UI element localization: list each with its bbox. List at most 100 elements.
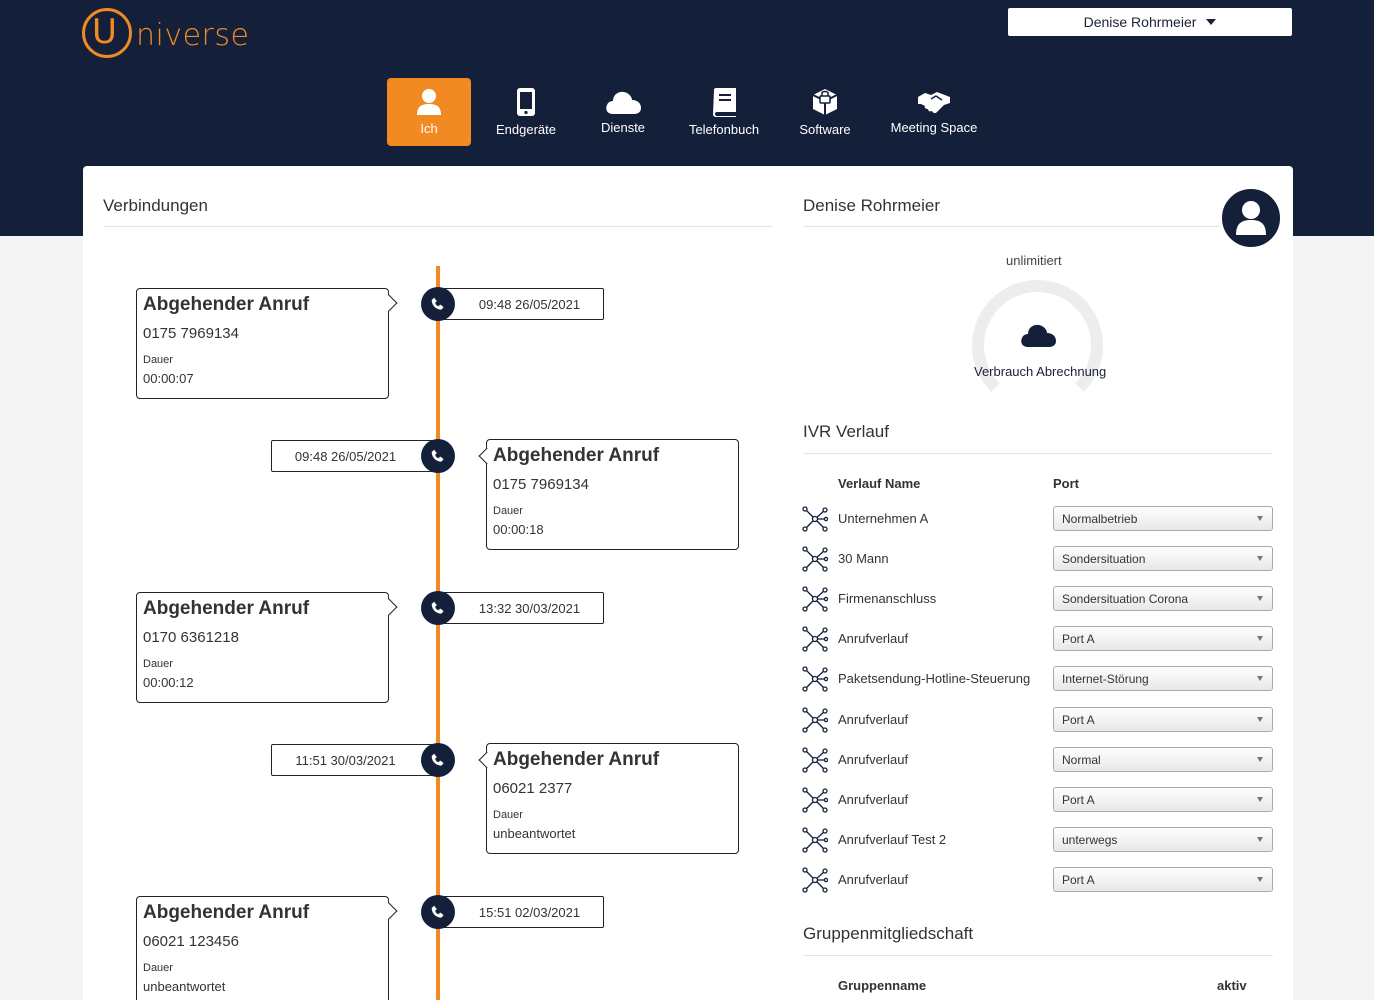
handshake-icon — [918, 92, 950, 114]
ivr-port-select[interactable]: Sondersituation — [1053, 546, 1273, 571]
call-number: 06021 2377 — [493, 780, 573, 797]
duration-value: 00:00:07 — [143, 371, 194, 386]
ivr-port-select[interactable]: Internet-Störung — [1053, 666, 1273, 691]
dropdown-arrow-icon — [1257, 596, 1263, 601]
ivr-col-port: Port — [1053, 476, 1079, 491]
ivr-flow-name: 30 Mann — [838, 551, 889, 566]
datetime-text: 11:51 30/03/2021 — [295, 752, 396, 768]
dropdown-arrow-icon — [1257, 837, 1263, 842]
ivr-flow-name: Anrufverlauf — [838, 752, 909, 767]
call-number: 0175 7969134 — [493, 476, 589, 493]
call-card[interactable]: Abgehender Anruf 0170 6361218 Dauer 00:0… — [136, 592, 389, 703]
nav-tab-meeting-space[interactable]: Meeting Space — [884, 78, 984, 146]
user-menu-button[interactable]: Denise Rohrmeier — [1008, 8, 1292, 36]
call-card[interactable]: Abgehender Anruf 06021 123456 Dauer unbe… — [136, 896, 389, 1000]
ivr-port-select[interactable]: Port A — [1053, 867, 1273, 892]
datetime-text: 09:48 26/05/2021 — [294, 448, 397, 464]
phone-icon — [421, 287, 455, 321]
ivr-port-select[interactable]: unterwegs — [1053, 827, 1273, 852]
ivr-flow-icon — [802, 707, 829, 738]
ivr-flow-icon — [802, 586, 829, 617]
phone-icon — [421, 591, 455, 625]
call-datetime: 11:51 30/03/2021 — [271, 744, 438, 776]
call-card[interactable]: Abgehender Anruf 0175 7969134 Dauer 00:0… — [486, 439, 739, 550]
dropdown-arrow-icon — [1257, 556, 1263, 561]
ivr-port-value: Port A — [1062, 872, 1095, 887]
nav-label: Endgeräte — [496, 122, 556, 137]
call-type: Abgehender Anruf — [143, 598, 310, 619]
cloud-icon — [606, 91, 641, 114]
ivr-title: IVR Verlauf — [803, 422, 889, 441]
ivr-port-select[interactable]: Normalbetrieb — [1053, 506, 1273, 531]
dropdown-arrow-icon — [1257, 717, 1263, 722]
nav-tab-endgeraete[interactable]: Endgeräte — [486, 78, 566, 146]
dropdown-arrow-icon — [1257, 757, 1263, 762]
nav-tab-software[interactable]: Software — [790, 78, 860, 146]
call-type: Abgehender Anruf — [143, 902, 310, 923]
duration-label: Dauer — [493, 505, 523, 517]
duration-value: unbeantwortet — [143, 979, 226, 994]
profile-title: Denise Rohrmeier — [803, 196, 940, 215]
ivr-flow-icon — [802, 546, 829, 577]
ivr-port-select[interactable]: Port A — [1053, 626, 1273, 651]
divider — [803, 955, 1273, 956]
call-card[interactable]: Abgehender Anruf 06021 2377 Dauer unbean… — [486, 743, 739, 854]
duration-value: unbeantwortet — [493, 826, 576, 841]
nav-tab-dienste[interactable]: Dienste — [588, 78, 658, 146]
groups-col-active: aktiv — [1217, 978, 1247, 993]
duration-label: Dauer — [143, 962, 173, 974]
ivr-flow-name: Firmenanschluss — [838, 591, 937, 606]
ivr-flow-icon — [802, 867, 829, 898]
phone-icon — [421, 743, 455, 777]
ivr-port-select[interactable]: Port A — [1053, 707, 1273, 732]
phone-icon — [421, 439, 455, 473]
call-card[interactable]: Abgehender Anruf 0175 7969134 Dauer 00:0… — [136, 288, 389, 399]
call-type: Abgehender Anruf — [493, 445, 660, 466]
call-type: Abgehender Anruf — [493, 749, 660, 770]
ivr-port-value: Port A — [1062, 792, 1095, 807]
universe-logo[interactable]: U niverse — [82, 8, 252, 60]
nav-tab-telefonbuch[interactable]: Telefonbuch — [682, 78, 766, 146]
usage-label[interactable]: Verbrauch Abrechnung — [974, 364, 1106, 379]
avatar[interactable] — [1219, 186, 1283, 250]
ivr-flow-icon — [802, 506, 829, 537]
duration-label: Dauer — [143, 354, 173, 366]
groups-title: Gruppenmitgliedschaft — [803, 924, 974, 943]
book-icon — [713, 88, 736, 117]
logo-letter: U — [92, 12, 117, 52]
ivr-port-value: Port A — [1062, 631, 1095, 646]
groups-col-name: Gruppenname — [838, 978, 927, 993]
phone-icon — [421, 895, 455, 929]
software-package-icon — [812, 89, 838, 115]
divider — [103, 226, 773, 227]
call-number: 06021 123456 — [143, 933, 239, 950]
ivr-flow-icon — [802, 787, 829, 818]
user-menu-name: Denise Rohrmeier — [1083, 14, 1197, 30]
nav-tab-ich[interactable]: Ich — [387, 78, 471, 146]
divider — [803, 226, 1273, 227]
duration-value: 00:00:12 — [143, 675, 194, 690]
datetime-text: 15:51 02/03/2021 — [478, 904, 581, 920]
usage-limit-text: unlimitiert — [1006, 253, 1062, 268]
ivr-port-select[interactable]: Port A — [1053, 787, 1273, 812]
ivr-flow-name: Paketsendung-Hotline-Steuerung — [838, 671, 1031, 686]
divider — [803, 453, 1273, 454]
ivr-flow-name: Anrufverlauf — [838, 792, 909, 807]
nav-label: Meeting Space — [890, 120, 978, 135]
ivr-port-select[interactable]: Normal — [1053, 747, 1273, 772]
ivr-port-value: Port A — [1062, 712, 1095, 727]
ivr-flow-name: Unternehmen A — [838, 511, 929, 526]
dropdown-arrow-icon — [1257, 877, 1263, 882]
logo-text: niverse — [136, 18, 250, 53]
ivr-flow-name: Anrufverlauf — [838, 712, 909, 727]
call-datetime: 15:51 02/03/2021 — [437, 896, 604, 928]
ivr-flow-name: Anrufverlauf Test 2 — [838, 832, 947, 847]
nav-label: Telefonbuch — [688, 122, 760, 137]
caret-down-icon — [1206, 19, 1217, 25]
call-type: Abgehender Anruf — [143, 294, 310, 315]
ivr-flow-name: Anrufverlauf — [838, 631, 909, 646]
dropdown-arrow-icon — [1257, 676, 1263, 681]
ivr-port-value: Normalbetrieb — [1062, 511, 1138, 526]
ivr-port-select[interactable]: Sondersituation Corona — [1053, 586, 1273, 611]
ivr-flow-name: Anrufverlauf — [838, 872, 909, 887]
